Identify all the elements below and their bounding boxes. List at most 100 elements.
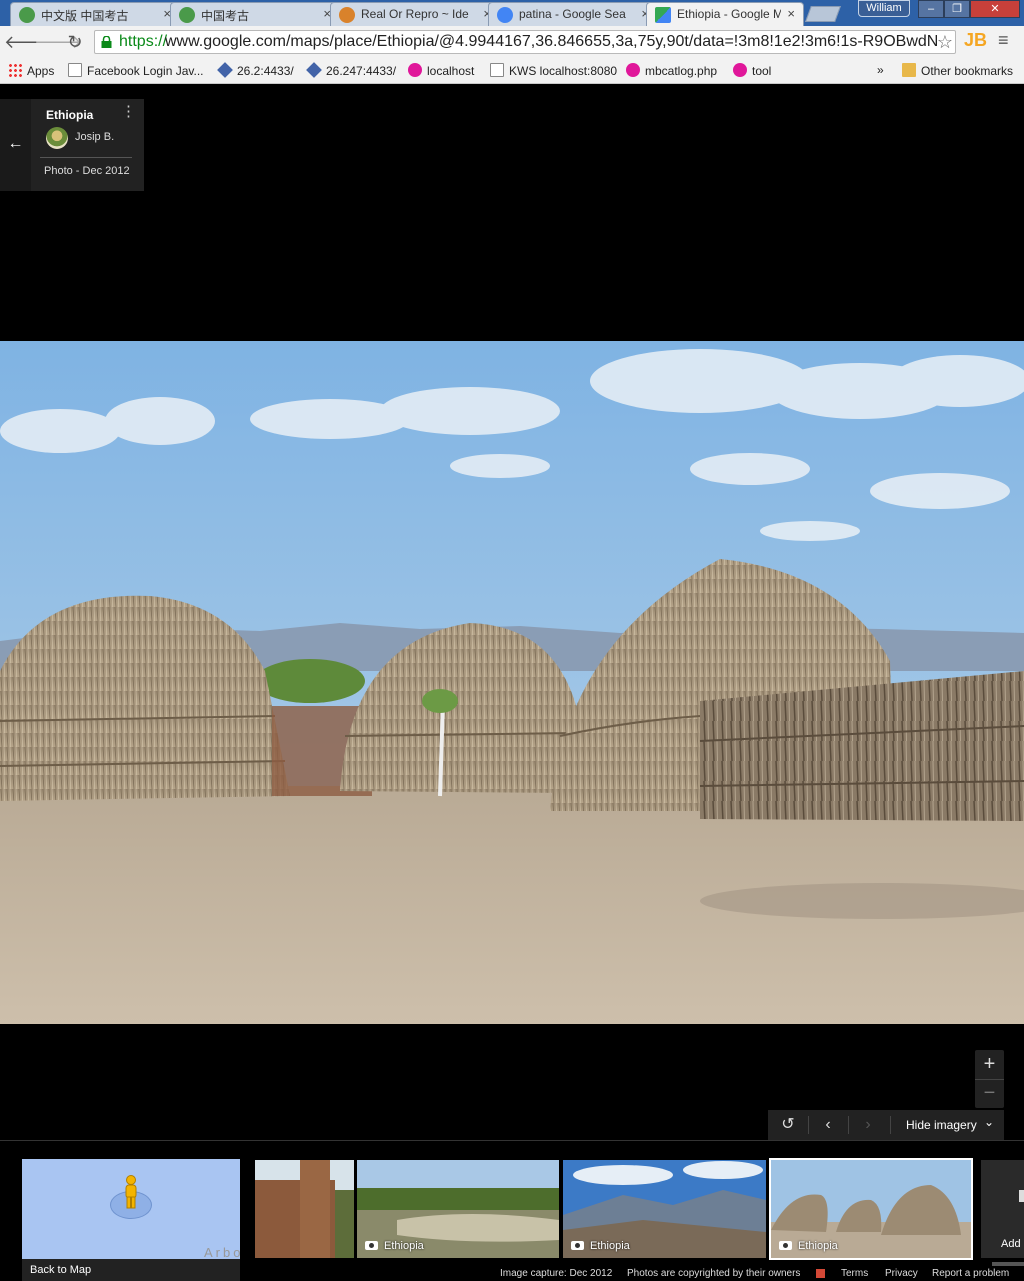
divider (890, 1116, 891, 1134)
tab-real-or-repro[interactable]: Real Or Repro ~ Ide × (330, 2, 500, 26)
rotate-icon[interactable]: ↺ (776, 1110, 800, 1140)
address-bar[interactable]: https:// www.google.com/maps/place/Ethio… (94, 30, 956, 54)
bookmark-label: 26.2:4433/ (237, 64, 294, 78)
author-name[interactable]: Josip B. (75, 131, 114, 143)
minimize-button[interactable]: ‒ (918, 0, 944, 18)
tab-title: 中国考古 (201, 9, 250, 23)
tab-title: 中文版 中国考古 (41, 9, 129, 23)
site-favicon-icon (19, 7, 35, 23)
bookmarks-bar: Apps Facebook Login Jav... 26.2:4433/ 26… (0, 58, 1024, 84)
new-tab-button[interactable] (805, 6, 841, 22)
terms-link[interactable]: Terms (841, 1268, 868, 1279)
maximize-button[interactable]: ❐ (944, 0, 970, 18)
reload-icon[interactable]: ↻ (63, 30, 87, 54)
tab-title: Real Or Repro ~ Ide (361, 7, 469, 21)
tab-title: patina - Google Sea (519, 7, 626, 21)
bookmark-kws-localhost[interactable]: KWS localhost:8080 (490, 63, 617, 78)
satellite-icon (217, 62, 233, 78)
report-problem-link[interactable]: Report a problem (932, 1268, 1009, 1279)
photo-thumbnail[interactable]: Ethiopia (357, 1160, 559, 1258)
photo-thumbnail[interactable]: Ethiopia (563, 1160, 766, 1258)
add-photo-label: Add (1001, 1238, 1021, 1250)
tab-zhongwen-kaogu[interactable]: 中文版 中国考古 × (10, 2, 180, 26)
photo-info-card: ← Ethiopia ⋮ Josip B. Photo - Dec 2012 (0, 99, 144, 191)
chevron-down-icon[interactable]: ⌄ (984, 1115, 994, 1129)
author-avatar[interactable] (46, 127, 68, 149)
image-capture-date: Image capture: Dec 2012 (500, 1268, 613, 1279)
next-photo-icon[interactable]: › (856, 1110, 880, 1140)
privacy-link[interactable]: Privacy (885, 1268, 918, 1279)
thumbnail-label: Ethiopia (365, 1240, 424, 1252)
copyright-notice: Photos are copyrighted by their owners (627, 1268, 801, 1279)
imagery-control-bar: ↺ ‹ › Hide imagery ⌄ (768, 1110, 1004, 1140)
tab-google-maps-ethiopia[interactable]: Ethiopia - Google M × (646, 2, 804, 26)
card-divider (40, 157, 132, 158)
divider (848, 1116, 849, 1134)
photo-thumbnail-selected[interactable]: Ethiopia (769, 1158, 973, 1260)
close-window-button[interactable]: ✕ (970, 0, 1020, 18)
lock-icon (101, 36, 112, 48)
thumbnail-title: Ethiopia (590, 1240, 630, 1252)
bookmark-label: Facebook Login Jav... (87, 64, 204, 78)
forward-icon[interactable]: 🡒 (34, 30, 82, 54)
thumbnail-title: Ethiopia (384, 1240, 424, 1252)
add-photo-button[interactable]: Add (981, 1160, 1024, 1258)
hut-village-photo (0, 341, 1024, 1024)
google-plus-icon[interactable] (816, 1269, 825, 1278)
more-options-icon[interactable]: ⋮ (121, 104, 136, 119)
hide-imagery-button[interactable]: Hide imagery (906, 1118, 977, 1132)
chrome-menu-icon[interactable]: ≡ (998, 30, 1009, 51)
photo-thumbnail[interactable] (255, 1160, 354, 1258)
ruins-thumbnail-image (255, 1160, 354, 1258)
zoom-out-button[interactable]: − (975, 1079, 1004, 1108)
thumbnail-label: Ethiopia (571, 1240, 630, 1252)
back-icon[interactable]: 🡐 (4, 30, 52, 54)
place-title[interactable]: Ethiopia (46, 108, 93, 122)
wamp-icon (626, 63, 640, 77)
bookmark-mbcatlog[interactable]: mbcatlog.php (626, 63, 717, 78)
tab-zhongguo-kaogu[interactable]: 中国考古 × (170, 2, 340, 26)
site-favicon-icon (339, 7, 355, 23)
bookmark-label: mbcatlog.php (645, 64, 718, 78)
tab-strip: 中文版 中国考古 × 中国考古 × Real Or Repro ~ Ide × … (0, 0, 1024, 26)
google-g-icon (497, 7, 513, 23)
jetbrains-extension-icon[interactable]: JB (964, 30, 987, 51)
bookmark-star-icon[interactable]: ☆ (937, 31, 953, 53)
folder-icon (902, 63, 916, 77)
tab-close-icon[interactable]: × (787, 6, 795, 21)
street-photo[interactable] (0, 341, 1024, 1024)
wamp-icon (733, 63, 747, 77)
bookmark-label: tool (752, 64, 772, 78)
page-icon (68, 63, 82, 77)
url-text: www.google.com/maps/place/Ethiopia/@4.99… (165, 33, 939, 50)
bookmark-other-bookmarks[interactable]: Other bookmarks (902, 63, 1013, 78)
tab-google-search[interactable]: patina - Google Sea × (488, 2, 658, 26)
bookmark-label: KWS localhost:8080 (509, 64, 618, 78)
add-photo-icon (1019, 1190, 1024, 1202)
bookmark-localhost[interactable]: localhost (408, 63, 474, 78)
bookmark-26-2[interactable]: 26.2:4433/ (217, 62, 294, 78)
bookmark-label: Other bookmarks (921, 64, 1014, 78)
tab-title: Ethiopia - Google M (677, 7, 781, 21)
site-favicon-icon (179, 7, 195, 23)
bookmark-26-247[interactable]: 26.247:4433/ (306, 62, 396, 78)
bookmark-tool[interactable]: tool (733, 63, 771, 78)
camera-icon (571, 1241, 584, 1250)
minimap[interactable]: Arbo Back to Map (22, 1159, 240, 1281)
profile-button[interactable]: William (858, 0, 910, 17)
back-arrow-icon[interactable]: ← (0, 99, 31, 191)
map-label: Arbo (204, 1245, 240, 1260)
zoom-in-button[interactable]: + (975, 1050, 1004, 1079)
map-footer: Image capture: Dec 2012 Photos are copyr… (0, 1266, 1024, 1280)
bookmark-apps[interactable]: Apps (8, 63, 54, 78)
apps-grid-icon (8, 63, 22, 77)
bookmarks-overflow-chevron-icon[interactable]: » (877, 63, 884, 77)
google-maps-icon (655, 7, 671, 23)
pegman-icon[interactable] (121, 1175, 141, 1209)
bookmark-facebook-login[interactable]: Facebook Login Jav... (68, 63, 204, 78)
browser-toolbar: 🡐 🡒 ↻ https:// www.google.com/maps/place… (0, 26, 1024, 58)
previous-photo-icon[interactable]: ‹ (816, 1110, 840, 1140)
url-scheme: https:// (119, 33, 168, 50)
camera-icon (365, 1241, 378, 1250)
bookmark-label: Apps (27, 64, 55, 78)
